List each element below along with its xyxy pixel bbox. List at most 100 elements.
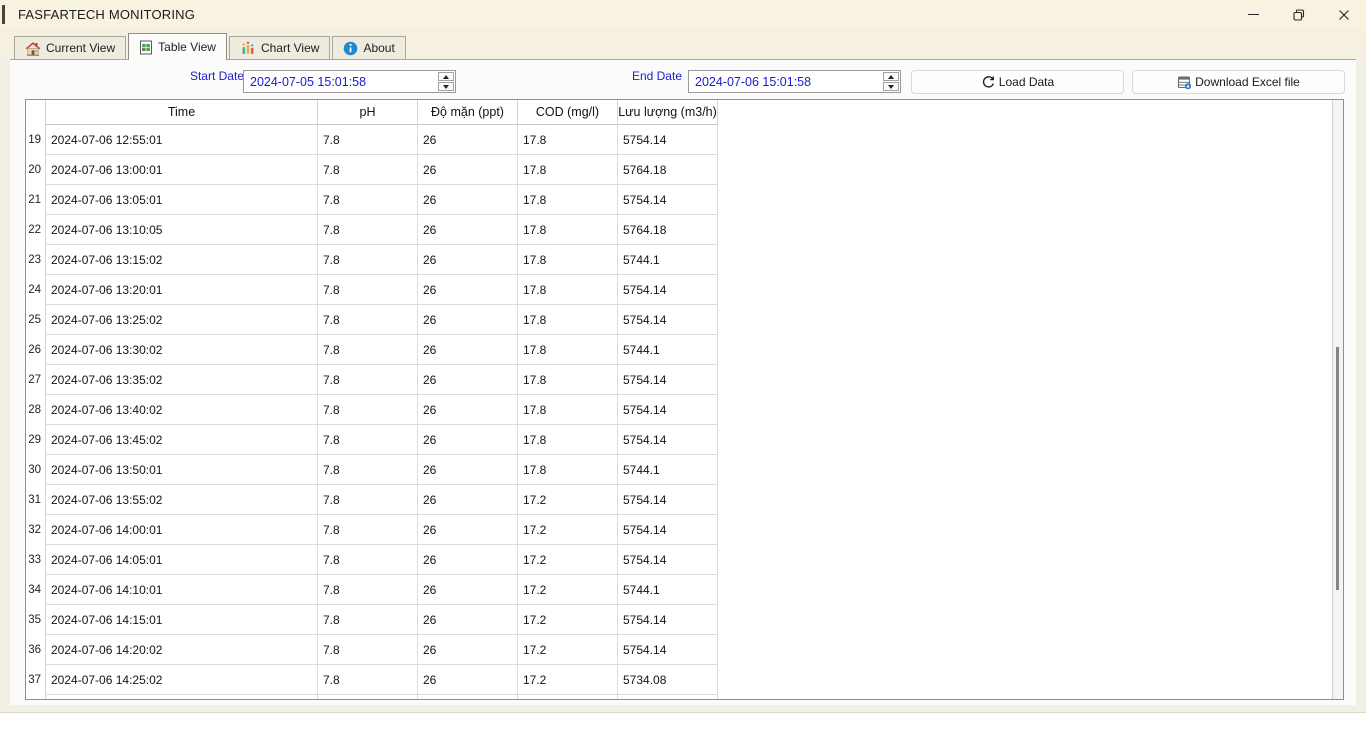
cell-flow: 5764.18 — [618, 215, 718, 245]
start-date-spinner — [438, 72, 454, 91]
cell-cod: 17.2 — [518, 515, 618, 545]
row-number: 37 — [26, 665, 46, 695]
cell-cod: 17.8 — [518, 185, 618, 215]
column-header-cod[interactable]: COD (mg/l) — [518, 100, 618, 125]
end-date-input[interactable] — [689, 71, 883, 92]
cell-flow: 5754.14 — [618, 275, 718, 305]
cell-salinity: 26 — [418, 275, 518, 305]
cell-cod: 17.2 — [518, 575, 618, 605]
cell-cod: 17.8 — [518, 275, 618, 305]
table-row[interactable]: 21 2024-07-06 13:05:01 7.8 26 17.8 5754.… — [26, 185, 1343, 215]
cell-ph: 7.8 — [318, 155, 418, 185]
spin-up-icon — [888, 75, 894, 79]
tabs: Current View Table View — [14, 33, 408, 59]
table-row[interactable]: 33 2024-07-06 14:05:01 7.8 26 17.2 5754.… — [26, 545, 1343, 575]
table-row[interactable]: 20 2024-07-06 13:00:01 7.8 26 17.8 5764.… — [26, 155, 1343, 185]
table-icon — [139, 40, 153, 55]
cell-cod: 17.8 — [518, 425, 618, 455]
column-header-ph[interactable]: pH — [318, 100, 418, 125]
scrollbar-thumb[interactable] — [1336, 347, 1339, 590]
table-row[interactable]: 24 2024-07-06 13:20:01 7.8 26 17.8 5754.… — [26, 275, 1343, 305]
table-row[interactable]: 36 2024-07-06 14:20:02 7.8 26 17.2 5754.… — [26, 635, 1343, 665]
minimize-button[interactable] — [1231, 0, 1276, 29]
end-date-label: End Date — [625, 69, 682, 83]
table-row[interactable]: 25 2024-07-06 13:25:02 7.8 26 17.8 5754.… — [26, 305, 1343, 335]
download-excel-label: Download Excel file — [1195, 75, 1300, 89]
table-row[interactable]: 29 2024-07-06 13:45:02 7.8 26 17.8 5754.… — [26, 425, 1343, 455]
cell-time: 2024-07-06 13:35:02 — [46, 365, 318, 395]
spin-down-icon — [888, 85, 894, 89]
cell-flow: 5754.14 — [618, 395, 718, 425]
start-date-spin-down[interactable] — [438, 82, 454, 91]
load-data-button[interactable]: Load Data — [911, 70, 1124, 94]
cell-ph: 7.8 — [318, 515, 418, 545]
column-header-flow[interactable]: Lưu lượng (m3/h) — [618, 100, 718, 125]
cell-ph: 7.8 — [318, 275, 418, 305]
app-icon — [2, 5, 5, 24]
close-button[interactable] — [1321, 0, 1366, 29]
row-number: 19 — [26, 125, 46, 155]
table-row[interactable]: 31 2024-07-06 13:55:02 7.8 26 17.2 5754.… — [26, 485, 1343, 515]
cell-time: 2024-07-06 14:15:01 — [46, 605, 318, 635]
table-row[interactable]: 30 2024-07-06 13:50:01 7.8 26 17.8 5744.… — [26, 455, 1343, 485]
cell-flow: 5744.1 — [618, 575, 718, 605]
cell-flow: 5754.14 — [618, 125, 718, 155]
start-date-input[interactable] — [244, 71, 438, 92]
cell-salinity: 26 — [418, 155, 518, 185]
cell-time: 2024-07-06 13:50:01 — [46, 455, 318, 485]
row-number: 34 — [26, 575, 46, 605]
end-date-picker — [688, 70, 901, 93]
cell-flow: 5744.1 — [618, 335, 718, 365]
cell-time: 2024-07-06 13:15:02 — [46, 245, 318, 275]
table-row[interactable]: 19 2024-07-06 12:55:01 7.8 26 17.8 5754.… — [26, 125, 1343, 155]
tab-label: Current View — [46, 41, 115, 55]
window-title: FASFARTECH MONITORING — [18, 7, 195, 22]
title-bar: FASFARTECH MONITORING — [0, 0, 1366, 29]
minimize-icon — [1248, 14, 1259, 15]
table-row[interactable]: 37 2024-07-06 14:25:02 7.8 26 17.2 5734.… — [26, 665, 1343, 695]
cell-flow: 5764.18 — [618, 155, 718, 185]
cell-time: 2024-07-06 13:45:02 — [46, 425, 318, 455]
cell-flow: 5754.14 — [618, 545, 718, 575]
table-row[interactable]: 28 2024-07-06 13:40:02 7.8 26 17.8 5754.… — [26, 395, 1343, 425]
column-header-salinity[interactable]: Độ mặn (ppt) — [418, 100, 518, 125]
row-number: 27 — [26, 365, 46, 395]
table-row[interactable]: 26 2024-07-06 13:30:02 7.8 26 17.8 5744.… — [26, 335, 1343, 365]
tab-label: Table View — [158, 40, 216, 54]
download-excel-button[interactable]: Download Excel file — [1132, 70, 1345, 94]
end-date-spin-down[interactable] — [883, 82, 899, 91]
cell-salinity: 26 — [418, 635, 518, 665]
row-number: 33 — [26, 545, 46, 575]
cell-flow: 5754.14 — [618, 305, 718, 335]
cell-ph: 7.8 — [318, 425, 418, 455]
tab-table-view[interactable]: Table View — [128, 33, 227, 60]
cell-ph: 7.8 — [318, 335, 418, 365]
table-row[interactable]: 32 2024-07-06 14:00:01 7.8 26 17.2 5754.… — [26, 515, 1343, 545]
tab-label: About — [363, 41, 394, 55]
restore-button[interactable] — [1276, 0, 1321, 29]
table-row[interactable]: 23 2024-07-06 13:15:02 7.8 26 17.8 5744.… — [26, 245, 1343, 275]
cell-ph: 7.8 — [318, 545, 418, 575]
tab-chart-view[interactable]: Chart View — [229, 36, 330, 59]
row-number: 21 — [26, 185, 46, 215]
cell-cod: 17.8 — [518, 125, 618, 155]
cell-cod: 17.8 — [518, 395, 618, 425]
cell-ph: 7.8 — [318, 485, 418, 515]
vertical-scrollbar[interactable] — [1332, 100, 1343, 699]
start-date-spin-up[interactable] — [438, 72, 454, 81]
cell-time: 2024-07-06 13:05:01 — [46, 185, 318, 215]
column-header-time[interactable]: Time — [46, 100, 318, 125]
end-date-spin-up[interactable] — [883, 72, 899, 81]
table-row[interactable]: 22 2024-07-06 13:10:05 7.8 26 17.8 5764.… — [26, 215, 1343, 245]
tab-current-view[interactable]: Current View — [14, 36, 126, 59]
cell-cod: 17.8 — [518, 245, 618, 275]
cell-cod: 17.8 — [518, 365, 618, 395]
cell-time: 2024-07-06 14:20:02 — [46, 635, 318, 665]
excel-icon — [1177, 75, 1192, 90]
cell-salinity: 26 — [418, 515, 518, 545]
tab-about[interactable]: About — [332, 36, 405, 59]
table-row[interactable]: 27 2024-07-06 13:35:02 7.8 26 17.8 5754.… — [26, 365, 1343, 395]
table-row[interactable]: 35 2024-07-06 14:15:01 7.8 26 17.2 5754.… — [26, 605, 1343, 635]
table-row[interactable]: 34 2024-07-06 14:10:01 7.8 26 17.2 5744.… — [26, 575, 1343, 605]
cell-ph: 7.8 — [318, 455, 418, 485]
